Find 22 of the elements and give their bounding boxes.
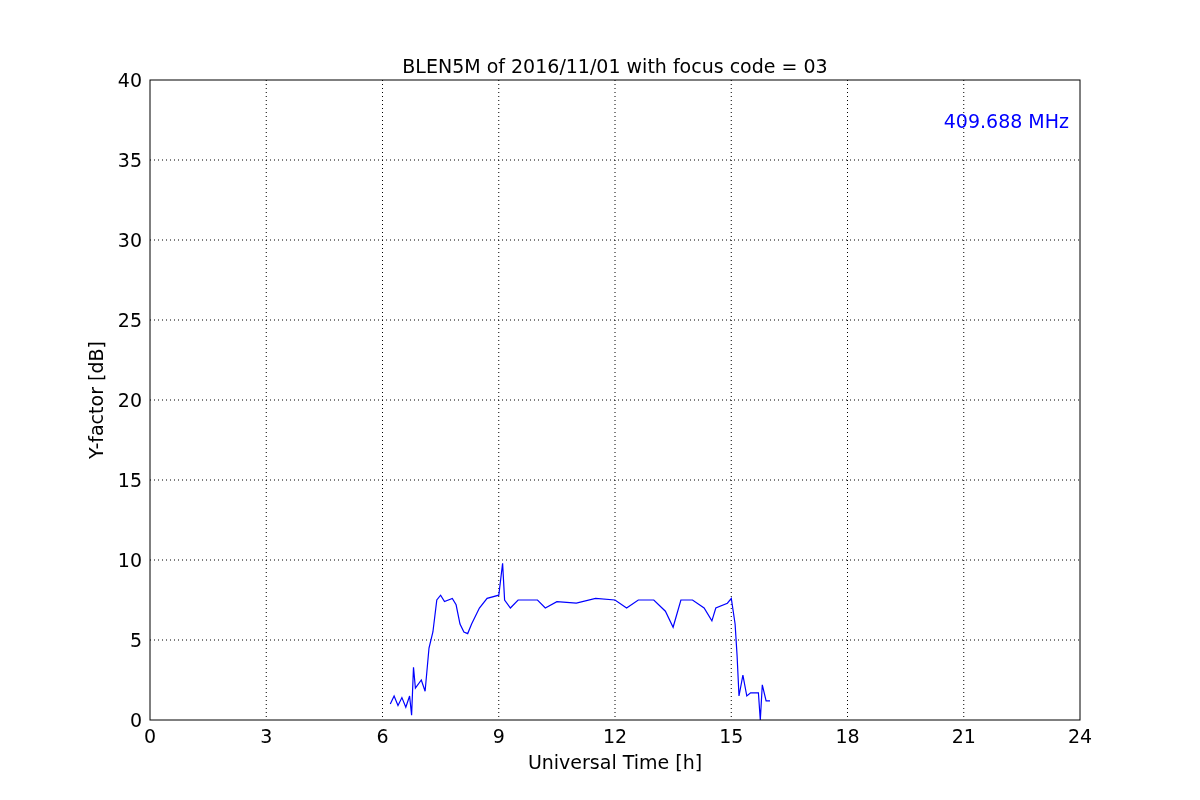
x-tick-label: 6 — [376, 725, 389, 747]
y-tick-label: 10 — [117, 549, 142, 571]
y-tick-label: 35 — [117, 149, 142, 171]
y-tick-label: 20 — [117, 389, 142, 411]
series-label: 409.688 MHz — [943, 110, 1069, 132]
x-tick-label: 15 — [719, 725, 744, 747]
y-tick-label: 0 — [129, 709, 142, 731]
y-tick-label: 5 — [129, 629, 142, 651]
x-tick-label: 21 — [951, 725, 976, 747]
y-tick-label: 25 — [117, 309, 142, 331]
x-tick-label: 12 — [602, 725, 628, 747]
y-tick-label: 40 — [117, 69, 142, 91]
y-axis-label: Y-factor [dB] — [85, 341, 107, 459]
x-tick-label: 0 — [143, 725, 157, 747]
x-tick-label: 18 — [835, 725, 860, 747]
chart-title: BLEN5M of 2016/11/01 with focus code = 03 — [402, 55, 828, 77]
y-tick-label: 15 — [117, 469, 142, 491]
x-tick-label: 9 — [492, 725, 505, 747]
y-tick-label: 30 — [117, 229, 142, 251]
x-axis-label: Universal Time [h] — [527, 751, 703, 773]
x-tick-label: 24 — [1067, 725, 1093, 747]
x-tick-label: 3 — [260, 725, 273, 747]
